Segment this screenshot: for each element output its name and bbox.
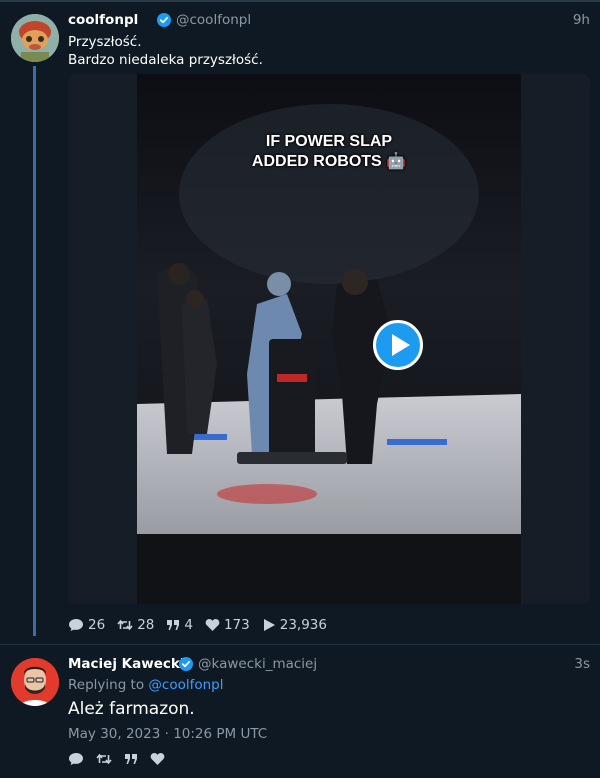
reply-timestamp[interactable]: May 30, 2023 · 10:26 PM UTC	[68, 726, 267, 742]
quote-icon	[167, 620, 180, 630]
video-caption-line-1: IF POWER SLAP	[265, 133, 393, 150]
quote-count: 4	[184, 617, 193, 633]
like-count: 173	[223, 617, 250, 633]
tweet-media[interactable]: IF POWER SLAP ADDED ROBOTS 🤖	[68, 74, 590, 604]
reply-avatar[interactable]	[11, 658, 59, 706]
reply-comment-button[interactable]	[68, 752, 84, 766]
top-border	[0, 0, 600, 2]
reply-actions	[68, 752, 177, 766]
video-caption: IF POWER SLAP ADDED ROBOTS 🤖	[137, 132, 521, 172]
video-caption-line-2: ADDED ROBOTS 🤖	[251, 153, 407, 170]
tweet-text-line-1: Przyszłość.	[68, 34, 142, 50]
verified-badge-icon	[157, 13, 171, 27]
tweet-text-line-2: Bardzo niedaleka przyszłość.	[68, 52, 263, 68]
heart-icon	[205, 618, 220, 631]
views-stat[interactable]: 23,936	[262, 617, 327, 633]
reply-retweet-button[interactable]	[96, 752, 112, 766]
reply-text: Ależ farmazon.	[68, 699, 195, 719]
reply-author-name[interactable]: Maciej Kawecki	[68, 656, 184, 672]
reply-stat[interactable]: 26	[68, 617, 105, 633]
comment-icon	[69, 619, 83, 631]
reply-count: 26	[88, 617, 106, 633]
reply-author-handle[interactable]: @kawecki_maciej	[198, 656, 317, 672]
retweet-icon	[117, 619, 133, 631]
reply-avatar-image	[11, 658, 59, 706]
tweet-stats: 26 28 4 173 23,936	[68, 615, 339, 635]
retweet-icon	[96, 753, 112, 765]
tweet-divider	[0, 644, 600, 645]
quote-stat[interactable]: 4	[166, 617, 193, 633]
reply-verified-badge-icon	[179, 657, 193, 671]
tweet-time[interactable]: 9h	[573, 12, 590, 28]
avatar[interactable]	[11, 14, 59, 62]
reply-time[interactable]: 3s	[574, 656, 590, 672]
replying-to-line: Replying to @coolfonpl	[68, 677, 224, 693]
tweet-author-name[interactable]: coolfonpl	[68, 12, 138, 28]
avatar-image	[11, 14, 59, 62]
video-player[interactable]: IF POWER SLAP ADDED ROBOTS 🤖	[137, 74, 521, 604]
thread-connector-line	[33, 66, 36, 636]
play-icon[interactable]	[373, 320, 423, 370]
reply-like-button[interactable]	[150, 752, 165, 766]
like-stat[interactable]: 173	[205, 617, 250, 633]
retweet-count: 28	[137, 617, 155, 633]
quote-icon	[125, 754, 137, 764]
replying-to-link[interactable]: @coolfonpl	[148, 677, 223, 693]
views-count: 23,936	[279, 617, 327, 633]
reply-quote-button[interactable]	[124, 752, 138, 766]
comment-icon	[69, 753, 83, 765]
play-views-icon	[263, 619, 275, 631]
replying-to-prefix: Replying to	[68, 677, 145, 693]
tweet-author-handle[interactable]: @coolfonpl	[176, 12, 251, 28]
retweet-stat[interactable]: 28	[117, 617, 154, 633]
heart-icon	[150, 752, 165, 765]
